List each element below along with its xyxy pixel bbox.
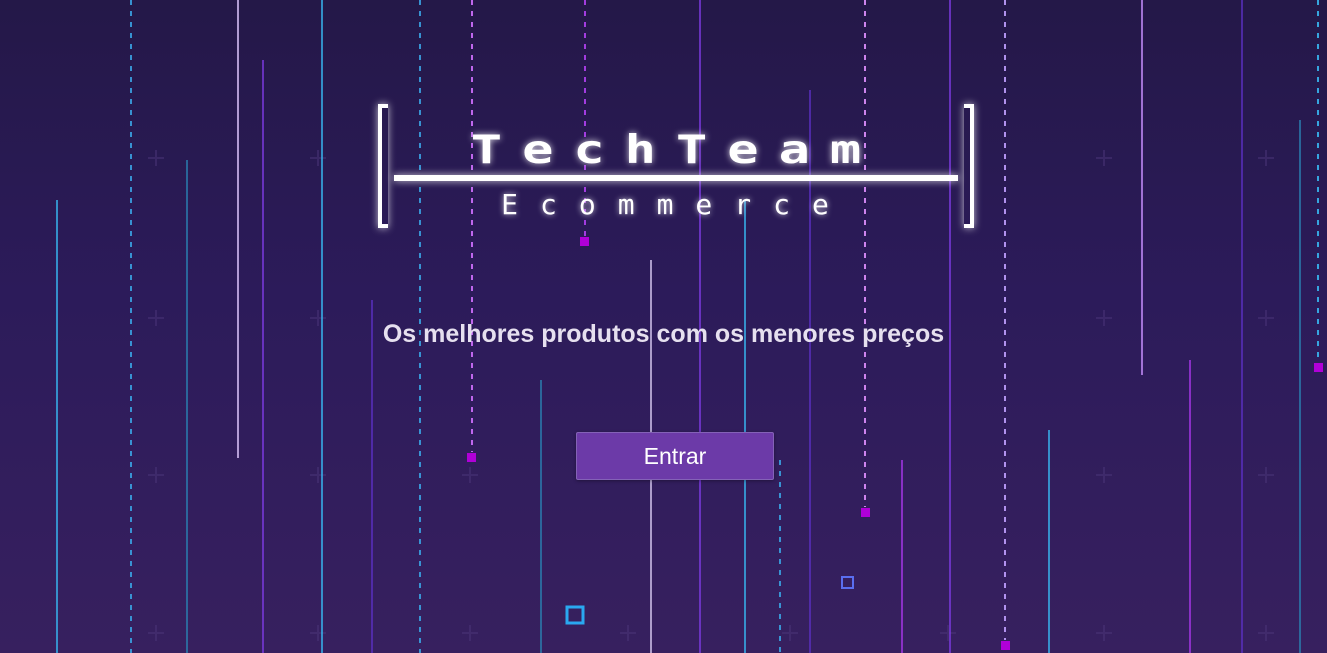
- enter-button[interactable]: Entrar: [576, 432, 774, 480]
- techteam-logo: TechTeam Ecommerce: [376, 100, 976, 234]
- logo-subtitle: Ecommerce: [501, 188, 851, 221]
- tagline: Os melhores produtos com os menores preç…: [382, 320, 945, 348]
- logo-divider: [394, 175, 958, 181]
- logo-title: TechTeam: [470, 127, 882, 173]
